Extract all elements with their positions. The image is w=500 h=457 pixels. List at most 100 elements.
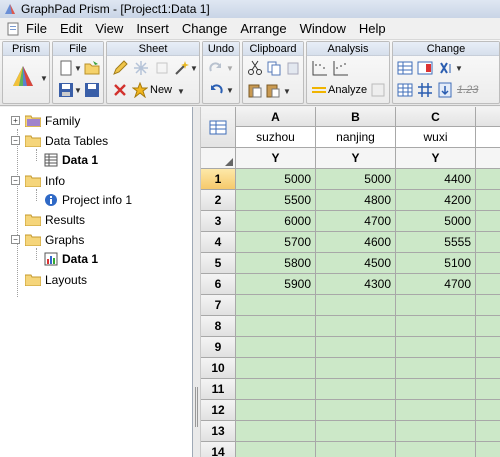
row-number[interactable]: 3 — [201, 211, 236, 232]
data-cell[interactable]: 5900 — [236, 274, 316, 295]
analyze-button[interactable]: Analyze — [328, 84, 367, 96]
menu-insert[interactable]: Insert — [136, 21, 169, 36]
redo-dropdown-icon[interactable]: ▼ — [226, 64, 234, 73]
tree-item-results[interactable]: Results — [25, 211, 85, 229]
column-header-extra[interactable] — [476, 107, 500, 127]
data-cell[interactable] — [476, 316, 500, 337]
new-file-dropdown-icon[interactable]: ▼ — [74, 64, 82, 73]
hash-icon[interactable] — [417, 82, 433, 98]
data-cell[interactable] — [396, 421, 476, 442]
prism-dropdown-icon[interactable]: ▼ — [40, 74, 48, 83]
data-cell[interactable] — [396, 442, 476, 457]
copy-icon[interactable] — [266, 60, 282, 76]
save-icon[interactable] — [58, 82, 74, 98]
column-title[interactable]: wuxi — [396, 127, 476, 148]
wand-dropdown-icon[interactable]: ▼ — [190, 64, 198, 73]
data-cell[interactable] — [236, 400, 316, 421]
data-cell[interactable] — [236, 358, 316, 379]
sheet-corner[interactable] — [201, 107, 236, 148]
data-cell[interactable] — [236, 379, 316, 400]
data-cell[interactable]: 5500 — [236, 190, 316, 211]
panel-splitter[interactable] — [193, 107, 201, 457]
data-cell[interactable] — [316, 358, 396, 379]
column-title-extra[interactable] — [476, 127, 500, 148]
row-number[interactable]: 11 — [201, 379, 236, 400]
data-cell[interactable] — [316, 337, 396, 358]
data-cell[interactable] — [396, 295, 476, 316]
data-cell[interactable] — [476, 400, 500, 421]
data-cell[interactable] — [236, 295, 316, 316]
table-format-icon[interactable] — [209, 118, 227, 136]
data-cell[interactable]: 4700 — [316, 211, 396, 232]
data-cell[interactable] — [316, 295, 396, 316]
data-cell[interactable]: 5100 — [396, 253, 476, 274]
menu-view[interactable]: View — [95, 21, 123, 36]
column-letter-b[interactable]: B — [316, 107, 396, 127]
data-cell[interactable]: 4700 — [396, 274, 476, 295]
data-cell[interactable]: 4800 — [316, 190, 396, 211]
save-dropdown-icon[interactable]: ▼ — [74, 86, 82, 95]
data-cell[interactable] — [396, 316, 476, 337]
menu-arrange[interactable]: Arrange — [240, 21, 286, 36]
save-as-icon[interactable] — [84, 82, 100, 98]
new-file-icon[interactable] — [58, 60, 74, 76]
grid-icon[interactable] — [397, 82, 413, 98]
column-letter-a[interactable]: A — [236, 107, 316, 127]
data-cell[interactable] — [316, 379, 396, 400]
data-cell[interactable]: 5800 — [236, 253, 316, 274]
paste-dropdown-icon[interactable]: ▼ — [283, 87, 291, 96]
data-cell[interactable] — [236, 337, 316, 358]
pencil-icon[interactable] — [112, 60, 128, 76]
data-cell[interactable] — [236, 316, 316, 337]
prism-icon[interactable] — [9, 62, 37, 90]
menu-file[interactable]: File — [26, 21, 47, 36]
data-cell[interactable]: 5700 — [236, 232, 316, 253]
row-number[interactable]: 8 — [201, 316, 236, 337]
data-cell[interactable] — [236, 421, 316, 442]
row-number[interactable]: 14 — [201, 442, 236, 457]
delete-x-icon[interactable] — [112, 82, 128, 98]
column-analysis-icon[interactable] — [333, 60, 349, 76]
data-cell[interactable] — [476, 421, 500, 442]
new-sheet-button[interactable]: New — [150, 84, 172, 96]
tree-item-layouts[interactable]: Layouts — [25, 271, 87, 289]
data-cell[interactable] — [396, 337, 476, 358]
splitter-grip[interactable] — [195, 387, 198, 427]
data-cell[interactable]: 4200 — [396, 190, 476, 211]
data-cell[interactable]: 6000 — [236, 211, 316, 232]
data-cell[interactable] — [476, 358, 500, 379]
analyze-icon[interactable] — [311, 82, 327, 98]
data-cell[interactable]: 4500 — [316, 253, 396, 274]
xy-analysis-icon[interactable] — [312, 60, 328, 76]
data-cell[interactable] — [476, 253, 500, 274]
tree-item-info[interactable]: − Info — [11, 172, 65, 190]
analysis-table-icon[interactable] — [370, 82, 386, 98]
data-cell[interactable] — [316, 421, 396, 442]
new-sheet-star-icon[interactable] — [132, 82, 148, 98]
open-folder-icon[interactable] — [84, 60, 100, 76]
menu-window[interactable]: Window — [300, 21, 346, 36]
column-letter-c[interactable]: C — [396, 107, 476, 127]
data-cell[interactable] — [316, 316, 396, 337]
menu-help[interactable]: Help — [359, 21, 386, 36]
stamp-icon[interactable] — [154, 60, 170, 76]
data-cell[interactable]: 5000 — [396, 211, 476, 232]
data-cell[interactable] — [396, 358, 476, 379]
data-cell[interactable] — [236, 442, 316, 457]
data-cell[interactable]: 4300 — [316, 274, 396, 295]
copy-special-icon[interactable] — [285, 60, 301, 76]
data-cell[interactable]: 4400 — [396, 169, 476, 190]
data-cell[interactable]: 5000 — [236, 169, 316, 190]
data-cell[interactable] — [396, 379, 476, 400]
data-cell[interactable] — [396, 400, 476, 421]
row-number[interactable]: 10 — [201, 358, 236, 379]
collapse-data-tables-icon[interactable]: − — [11, 136, 20, 145]
data-cell[interactable] — [476, 442, 500, 457]
document-icon[interactable] — [6, 22, 20, 36]
data-cell[interactable] — [476, 211, 500, 232]
data-cell[interactable]: 5000 — [316, 169, 396, 190]
data-cell[interactable] — [476, 169, 500, 190]
expand-family-icon[interactable]: + — [11, 116, 20, 125]
paste-icon[interactable] — [247, 82, 263, 98]
row-number[interactable]: 4 — [201, 232, 236, 253]
